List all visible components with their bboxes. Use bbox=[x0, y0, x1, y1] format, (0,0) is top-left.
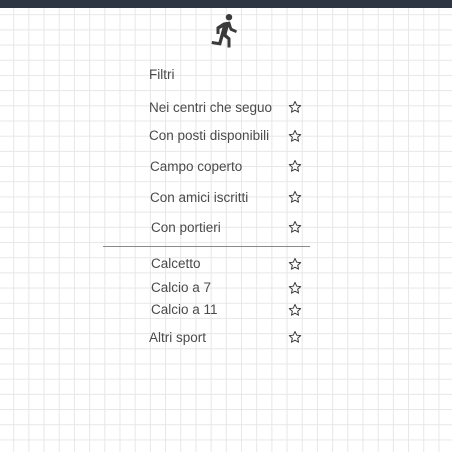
running-person-icon bbox=[211, 14, 237, 48]
star-outline-icon[interactable] bbox=[288, 303, 302, 317]
star-outline-icon[interactable] bbox=[288, 100, 302, 114]
filter-label-covered-field: Campo coperto bbox=[150, 159, 243, 174]
star-outline-icon[interactable] bbox=[288, 159, 302, 173]
star-outline-icon[interactable] bbox=[288, 190, 302, 204]
star-outline-icon[interactable] bbox=[288, 129, 302, 143]
star-outline-icon[interactable] bbox=[288, 257, 302, 271]
filter-label-available-spots: Con posti disponibili bbox=[149, 128, 270, 143]
sport-label-calcetto: Calcetto bbox=[151, 256, 201, 271]
star-outline-icon[interactable] bbox=[288, 330, 302, 344]
sport-label-calcio-11: Calcio a 11 bbox=[151, 302, 218, 317]
star-outline-icon[interactable] bbox=[288, 220, 302, 234]
top-bar bbox=[0, 0, 452, 8]
filter-label-goalkeepers: Con portieri bbox=[151, 220, 221, 235]
sport-label-other: Altri sport bbox=[149, 330, 207, 345]
filters-title: Filtri bbox=[149, 67, 175, 82]
sport-label-calcio-7: Calcio a 7 bbox=[151, 280, 212, 295]
section-divider bbox=[103, 246, 310, 247]
filter-label-followed-centers: Nei centri che seguo bbox=[149, 100, 273, 115]
filter-label-friends-enrolled: Con amici iscritti bbox=[150, 190, 249, 205]
star-outline-icon[interactable] bbox=[288, 281, 302, 295]
